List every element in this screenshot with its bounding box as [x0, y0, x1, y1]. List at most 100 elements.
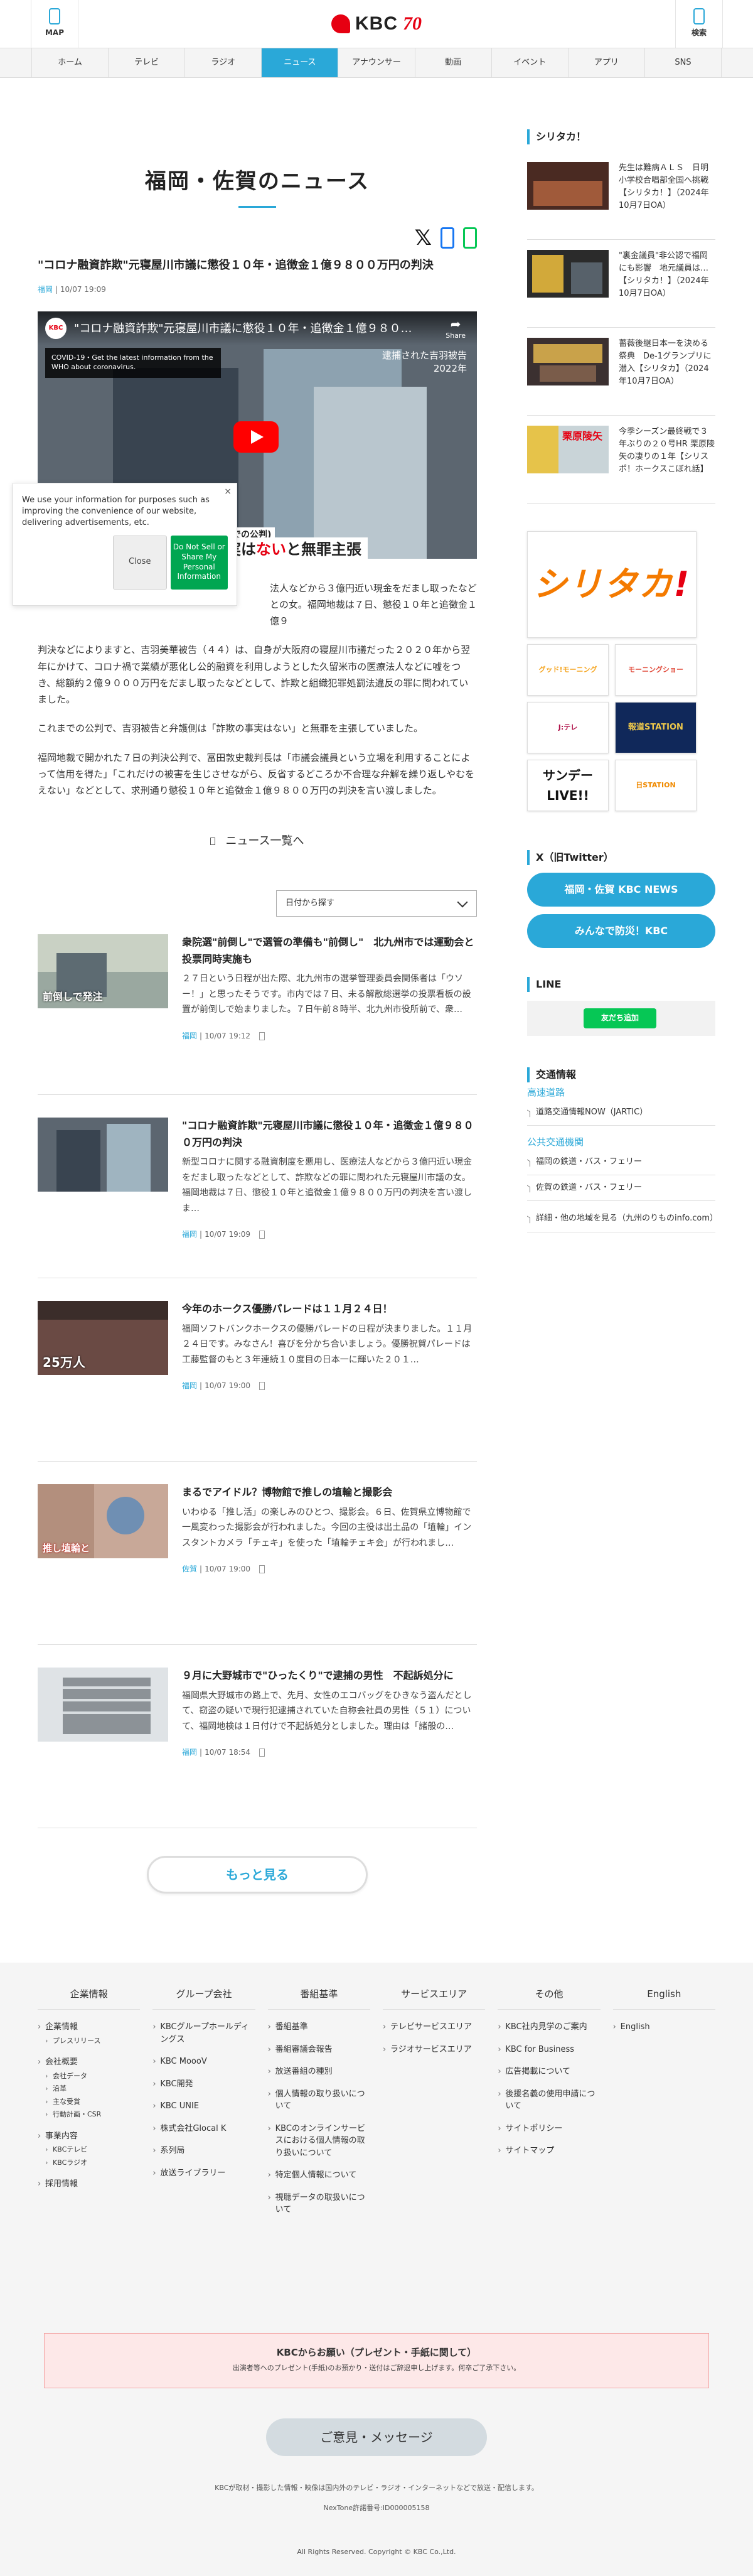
- nav-announcer[interactable]: アナウンサー: [338, 48, 415, 77]
- search-button[interactable]: 検索: [675, 0, 723, 48]
- footer-link[interactable]: 広告掲載について: [498, 2066, 600, 2078]
- footer-link[interactable]: 番組基準: [268, 2021, 370, 2034]
- news-item[interactable]: 前倒しで発注 衆院選"前倒し"で選管の準備も"前倒し" 北九州市では運動会と投票…: [38, 934, 477, 1096]
- news-item[interactable]: "コロナ融資詐欺"元寝屋川市議に懲役１０年・追徴金１億９８００万円の判決 新型コ…: [38, 1118, 477, 1279]
- traffic-link[interactable]: 道路交通情報NOW（JARTIC）: [527, 1100, 715, 1126]
- facebook-share-icon[interactable]: [441, 227, 454, 249]
- kbc-logo[interactable]: KBC 70: [314, 6, 439, 41]
- footer-link[interactable]: 個人情報の取り扱いについて: [268, 2088, 370, 2113]
- footer-link[interactable]: 事業内容 KBCテレビ KBCラジオ: [38, 2130, 140, 2169]
- footer-link[interactable]: 放送ライブラリー: [152, 2167, 255, 2180]
- play-button[interactable]: [233, 421, 279, 453]
- opinion-button[interactable]: ご意見・メッセージ: [266, 2418, 487, 2457]
- news-thumbnail[interactable]: 前倒しで発注: [38, 934, 168, 1009]
- news-area[interactable]: 福岡: [182, 1229, 197, 1241]
- covid-info-panel[interactable]: COVID-19・Get the latest information from…: [45, 347, 221, 378]
- footer-link[interactable]: English: [613, 2021, 715, 2034]
- banner-sunday-live[interactable]: サンデーLIVE!!: [527, 760, 609, 811]
- footer-link[interactable]: KBC社内見学のご案内: [498, 2021, 600, 2034]
- shiritaka-text[interactable]: 先生は難病ＡＬＳ 日明小学校合唱部全国へ挑戦【シリタカ！】（2024年10月7日…: [619, 162, 715, 229]
- banner-nichi-station[interactable]: 日STATION: [615, 760, 697, 811]
- nav-sns[interactable]: SNS: [645, 48, 722, 77]
- banner-morning-show[interactable]: モーニングショー: [615, 644, 697, 696]
- news-area[interactable]: 福岡: [182, 1747, 197, 1759]
- traffic-link[interactable]: 佐賀の鉄道・バス・フェリー: [527, 1175, 715, 1202]
- footer-sublink[interactable]: 主な受賞: [45, 2097, 140, 2108]
- banner-good-morning[interactable]: グッド!モーニング: [527, 644, 609, 696]
- video-title[interactable]: "コロナ融資詐欺"元寝屋川市議に懲役１０年・追徴金１億９８０…: [74, 320, 412, 338]
- footer-link[interactable]: KBC開発: [152, 2078, 255, 2091]
- bookmark-icon[interactable]: [259, 1565, 265, 1574]
- footer-sublink[interactable]: KBCテレビ: [45, 2145, 140, 2155]
- banner-hodo-station[interactable]: 報道STATION: [615, 702, 697, 753]
- footer-link[interactable]: ラジオサービスエリア: [383, 2044, 485, 2056]
- footer-link[interactable]: サイトポリシー: [498, 2123, 600, 2135]
- shiritaka-text[interactable]: "裏金議員"非公認で福岡にも影響 地元議員は…【シリタカ！】（2024年10月7…: [619, 250, 715, 317]
- x-share-icon[interactable]: 𝕏: [415, 227, 432, 249]
- line-add-friend-button[interactable]: 友だち追加: [584, 1008, 656, 1028]
- footer-link[interactable]: 後援名義の使用申請について: [498, 2088, 600, 2113]
- shiritaka-thumbnail[interactable]: [527, 250, 609, 298]
- bookmark-icon[interactable]: [259, 1231, 265, 1239]
- shiritaka-item[interactable]: "裏金議員"非公認で福岡にも影響 地元議員は…【シリタカ！】（2024年10月7…: [527, 240, 715, 328]
- footer-link[interactable]: 会社概要会社データ沿革主な受賞行動計画・CSR: [38, 2056, 140, 2120]
- shiritaka-thumbnail[interactable]: [527, 162, 609, 210]
- footer-link[interactable]: 特定個人情報について: [268, 2169, 370, 2182]
- news-thumbnail[interactable]: 推し埴輪と: [38, 1484, 168, 1559]
- footer-link[interactable]: 番組審議会報告: [268, 2044, 370, 2056]
- nav-radio[interactable]: ラジオ: [185, 48, 262, 77]
- consent-close-button[interactable]: Close: [113, 535, 167, 590]
- footer-sublink[interactable]: 会社データ: [45, 2071, 140, 2082]
- news-title[interactable]: 今年のホークス優勝パレードは１１月２４日！: [182, 1301, 477, 1317]
- news-item[interactable]: ９月に大野城市で"ひったくり"で逮捕の男性 不起訴処分に 福岡県大野城市の路上で…: [38, 1668, 477, 1829]
- footer-link[interactable]: 株式会社Glocal K: [152, 2123, 255, 2135]
- traffic-more-link[interactable]: 詳細・他の地域を見る（九州のりものinfo.com）: [527, 1206, 718, 1232]
- nav-home[interactable]: ホーム: [31, 48, 109, 77]
- line-share-icon[interactable]: [463, 227, 477, 249]
- footer-link[interactable]: KBCグループホールディングス: [152, 2021, 255, 2045]
- footer-link[interactable]: 視聴データの取扱いについて: [268, 2192, 370, 2216]
- nav-tv[interactable]: テレビ: [109, 48, 186, 77]
- bookmark-icon[interactable]: [259, 1382, 265, 1391]
- article-area[interactable]: 福岡: [38, 285, 53, 294]
- shiritaka-text[interactable]: 薔薇後継日本一を決める祭典 De-1グランプリに潜入【シリタカ】（2024年10…: [619, 338, 715, 405]
- consent-close-icon[interactable]: ×: [224, 485, 232, 498]
- twitter-bousai-button[interactable]: みんなで防災！KBC: [527, 914, 715, 948]
- traffic-link[interactable]: 福岡の鉄道・バス・フェリー: [527, 1150, 715, 1176]
- news-area[interactable]: 福岡: [182, 1030, 197, 1042]
- shiritaka-banner[interactable]: シリタカ!: [527, 531, 697, 638]
- nav-news[interactable]: ニュース: [262, 48, 339, 77]
- bookmark-icon[interactable]: [259, 1032, 265, 1040]
- footer-link[interactable]: 採用情報: [38, 2178, 140, 2191]
- footer-sublink[interactable]: KBCラジオ: [45, 2158, 140, 2169]
- twitter-kbc-news-button[interactable]: 福岡・佐賀 KBC NEWS: [527, 873, 715, 907]
- date-select[interactable]: 日付から探す: [276, 890, 477, 917]
- news-thumbnail[interactable]: [38, 1118, 168, 1192]
- nav-video[interactable]: 動画: [415, 48, 492, 77]
- news-thumbnail[interactable]: 25万人: [38, 1301, 168, 1376]
- news-title[interactable]: まるでアイドル？博物館で推しの埴輪と撮影会: [182, 1484, 477, 1501]
- news-item[interactable]: 25万人 今年のホークス優勝パレードは１１月２４日！ 福岡ソフトバンクホークスの…: [38, 1301, 477, 1462]
- news-list-link[interactable]: ニュース一覧へ: [38, 833, 477, 858]
- news-title[interactable]: "コロナ融資詐欺"元寝屋川市議に懲役１０年・追徴金１億９８００万円の判決: [182, 1118, 477, 1151]
- footer-link[interactable]: 系列局: [152, 2145, 255, 2157]
- shiritaka-text[interactable]: 今季シーズン最終戦で３年ぶりの２０号HR 栗原陵矢の凄りの１年【シリスポ！ホーク…: [619, 426, 715, 493]
- footer-sublink[interactable]: プレスリリース: [45, 2036, 140, 2047]
- bookmark-icon[interactable]: [259, 1749, 265, 1757]
- do-not-sell-button[interactable]: Do Not Sell or Share My Personal Informa…: [170, 535, 228, 590]
- footer-link[interactable]: テレビサービスエリア: [383, 2021, 485, 2034]
- shiritaka-item[interactable]: 栗原陵矢 今季シーズン最終戦で３年ぶりの２０号HR 栗原陵矢の凄りの１年【シリス…: [527, 416, 715, 504]
- channel-avatar[interactable]: KBC: [45, 317, 67, 339]
- footer-link[interactable]: KBCのオンラインサービスにおける個人情報の取り扱いについて: [268, 2123, 370, 2160]
- footer-link[interactable]: サイトマップ: [498, 2145, 600, 2157]
- footer-link[interactable]: KBC for Business: [498, 2044, 600, 2056]
- footer-link[interactable]: 企業情報プレスリリース: [38, 2021, 140, 2046]
- shiritaka-thumbnail[interactable]: 栗原陵矢: [527, 426, 609, 473]
- news-title[interactable]: ９月に大野城市で"ひったくり"で逮捕の男性 不起訴処分に: [182, 1668, 477, 1684]
- footer-sublink[interactable]: 行動計画・CSR: [45, 2110, 140, 2120]
- nav-app[interactable]: アプリ: [569, 48, 645, 77]
- footer-link[interactable]: KBC MoooV: [152, 2056, 255, 2068]
- news-area[interactable]: 福岡: [182, 1380, 197, 1392]
- shiritaka-thumbnail[interactable]: [527, 338, 609, 385]
- news-title[interactable]: 衆院選"前倒し"で選管の準備も"前倒し" 北九州市では運動会と投票同時実施も: [182, 934, 477, 967]
